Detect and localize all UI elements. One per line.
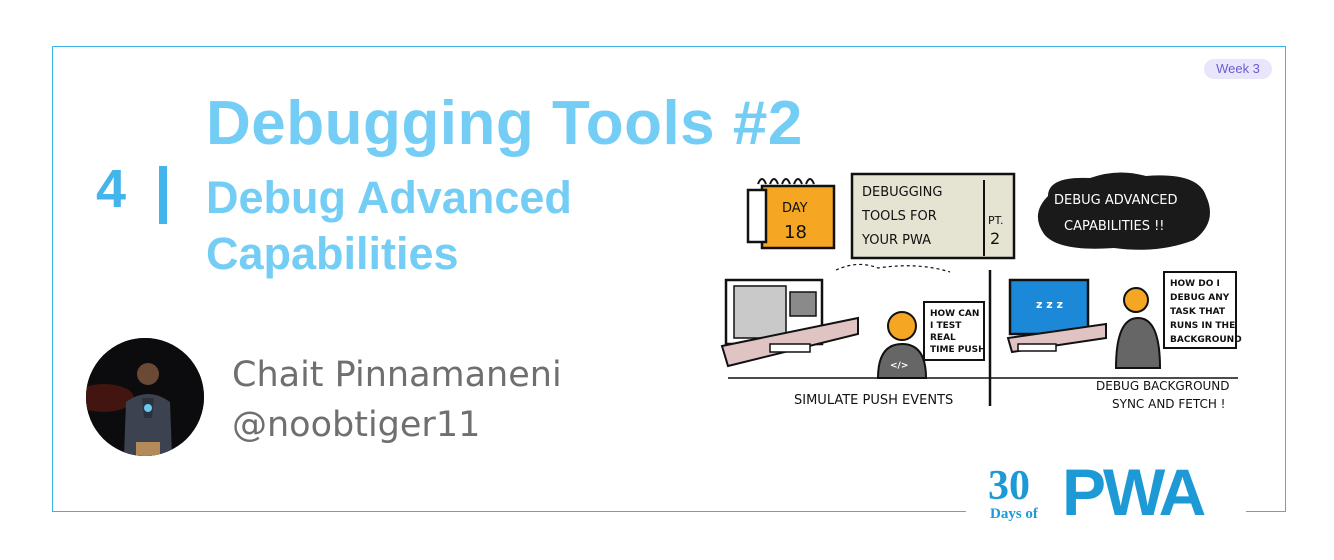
author-handle: @noobtiger11 <box>232 405 481 445</box>
right-caption-line-2: SYNC AND FETCH ! <box>1112 397 1226 411</box>
part-label: PT. <box>988 214 1004 227</box>
right-bubble-line-3: TASK THAT <box>1170 307 1226 317</box>
logo-brand: PWA <box>1062 455 1206 529</box>
logo-number: 30 <box>988 463 1030 509</box>
header-line-2: TOOLS FOR <box>861 209 937 224</box>
left-caption: SIMULATE PUSH EVENTS <box>794 393 953 408</box>
cloud-line-1: DEBUG ADVANCED <box>1054 193 1178 208</box>
right-bubble-line-1: HOW DO I <box>1170 279 1220 289</box>
avatar <box>86 338 204 456</box>
day-number: 18 <box>784 222 807 243</box>
left-bubble-line-2: I TEST <box>930 321 962 331</box>
slide-title: Debugging Tools #2 <box>206 89 803 158</box>
right-bubble-line-2: DEBUG ANY <box>1170 293 1230 303</box>
left-bubble-line-3: REAL <box>930 333 956 343</box>
left-bubble-line-1: HOW CAN <box>930 309 979 319</box>
svg-text:z z z: z z z <box>1036 298 1063 311</box>
pwa-logo: 30 Days of PWA <box>966 456 1246 532</box>
right-caption-line-1: DEBUG BACKGROUND <box>1096 379 1230 393</box>
right-bubble-line-5: BACKGROUND <box>1170 335 1242 345</box>
left-desk-scene: </> HOW CAN I TEST REAL TIME PUSH SIMULA… <box>720 263 986 408</box>
calendar-icon: DAY 18 <box>746 178 836 250</box>
right-desk-scene: z z z HOW DO I DEBUG ANY TASK THAT RUNS … <box>1006 271 1242 411</box>
right-bubble-line-4: RUNS IN THE <box>1170 321 1235 331</box>
episode-number: 4 <box>96 159 127 219</box>
logo-days-of: Days of <box>990 506 1038 522</box>
part-number: 2 <box>990 229 1000 248</box>
episode-divider <box>159 166 167 224</box>
left-bubble-line-4: TIME PUSH <box>930 345 986 355</box>
sketch-illustration: DAY 18 DEBUGGING TOOLS FOR YOUR PWA PT. … <box>720 172 1242 411</box>
day-label: DAY <box>782 201 808 216</box>
cloud-line-2: CAPABILITIES !! <box>1064 219 1165 234</box>
cloud-bubble: DEBUG ADVANCED CAPABILITIES !! <box>1037 172 1210 250</box>
header-line-3: YOUR PWA <box>861 233 931 248</box>
author-name: Chait Pinnamaneni <box>232 355 562 395</box>
header-box: DEBUGGING TOOLS FOR YOUR PWA PT. 2 <box>850 172 1016 260</box>
week-badge: Week 3 <box>1204 59 1272 79</box>
code-glyph: </> <box>890 361 908 371</box>
slide-subtitle: Debug Advanced Capabilities <box>206 172 572 279</box>
header-line-1: DEBUGGING <box>862 185 942 200</box>
